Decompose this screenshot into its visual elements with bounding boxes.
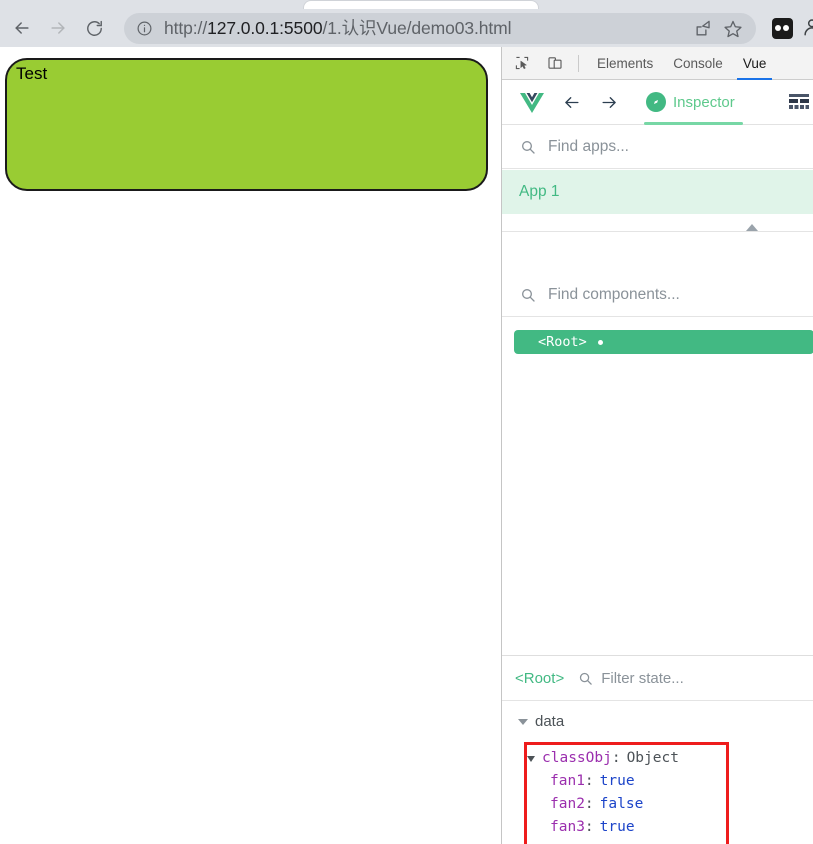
tab-elements[interactable]: Elements <box>587 47 663 80</box>
tab-console[interactable]: Console <box>663 47 733 80</box>
devtools-panel: Elements Console Vue Inspector Find apps… <box>501 47 813 844</box>
state-group-data[interactable]: data <box>518 713 564 730</box>
state-entry-value: false <box>599 796 644 812</box>
vue-forward-icon[interactable] <box>596 89 622 115</box>
vue-inspector-tab[interactable]: Inspector <box>644 80 743 125</box>
state-entry-key: classObj <box>542 750 612 766</box>
green-box-label: Test <box>16 64 48 83</box>
inspect-element-icon[interactable] <box>509 50 535 76</box>
share-icon[interactable] <box>688 15 718 43</box>
state-entry-fan3[interactable]: fan3 : true <box>527 816 679 839</box>
app-collapse-strip <box>502 214 813 232</box>
component-modified-dot-icon <box>597 339 603 345</box>
find-components-row[interactable]: Find components... <box>502 273 813 317</box>
bookmark-star-icon[interactable] <box>718 15 748 43</box>
component-tree-node-root[interactable]: <Root> <box>514 330 813 354</box>
state-entry-colon: : <box>584 819 594 835</box>
styled-green-box: Test <box>5 58 488 191</box>
device-toolbar-icon[interactable] <box>542 50 568 76</box>
triangle-down-icon[interactable] <box>527 755 535 762</box>
find-apps-row[interactable]: Find apps... <box>502 125 813 169</box>
url-path: /1.认识Vue/demo03.html <box>322 18 512 38</box>
tab-vue-label: Vue <box>742 55 767 71</box>
vue-back-icon[interactable] <box>558 89 584 115</box>
state-panel-body: data classObj : Object fan1 : true fan2 … <box>502 701 813 844</box>
tab-elements-label: Elements <box>597 55 654 71</box>
state-group-label: data <box>535 713 565 730</box>
page-viewport: Test <box>0 47 501 844</box>
compass-icon <box>646 92 666 112</box>
state-panel-header: <Root> Filter state... <box>502 655 813 701</box>
chevron-up-icon[interactable] <box>744 219 760 231</box>
component-tree: <Root> <box>502 317 813 655</box>
component-tree-node-label: <Root> <box>538 334 587 350</box>
url-host: 127.0.0.1:5500 <box>207 18 323 38</box>
profile-avatar-icon[interactable] <box>801 16 813 38</box>
state-entry-fan2[interactable]: fan2 : false <box>527 793 679 816</box>
vue-devtools-toolbar: Inspector <box>502 80 813 125</box>
state-entry-key: fan3 <box>550 819 585 835</box>
state-entry-colon: : <box>584 773 594 789</box>
filter-state-placeholder[interactable]: Filter state... <box>601 670 684 687</box>
tab-strip <box>0 0 813 9</box>
screenshot-root: http://127.0.0.1:5500/1.认识Vue/demo03.htm… <box>0 0 813 844</box>
back-icon[interactable] <box>8 14 36 42</box>
app-selector-row[interactable]: App 1 <box>502 170 813 214</box>
triangle-down-icon[interactable] <box>518 718 528 725</box>
vue-logo-icon <box>518 88 546 116</box>
browser-tab[interactable] <box>303 0 539 9</box>
extensions-icon[interactable] <box>769 15 795 41</box>
devtools-tabbar: Elements Console Vue <box>502 47 813 80</box>
url-scheme: http:// <box>164 18 208 38</box>
search-icon <box>516 287 540 303</box>
reload-icon[interactable] <box>80 14 108 42</box>
state-component-label: <Root> <box>515 669 565 687</box>
tab-console-label: Console <box>673 55 723 71</box>
state-entry-classobj[interactable]: classObj : Object <box>527 747 679 770</box>
forward-icon[interactable] <box>44 14 72 42</box>
vue-inspector-label: Inspector <box>673 93 735 111</box>
state-entry-value: true <box>599 819 635 835</box>
search-icon <box>516 139 540 155</box>
state-entry-value: Object <box>626 750 679 766</box>
app-selector-label: App 1 <box>519 183 560 200</box>
find-apps-placeholder: Find apps... <box>548 137 629 155</box>
address-bar[interactable]: http://127.0.0.1:5500/1.认识Vue/demo03.htm… <box>124 13 756 44</box>
state-entry-value: true <box>599 773 635 789</box>
state-entry-key: fan1 <box>550 773 585 789</box>
toolbar-divider <box>578 54 579 72</box>
state-entry-key: fan2 <box>550 796 585 812</box>
find-components-placeholder: Find components... <box>548 285 680 303</box>
state-entry-colon: : <box>584 796 594 812</box>
browser-chrome: http://127.0.0.1:5500/1.认识Vue/demo03.htm… <box>0 0 813 47</box>
url-text[interactable]: http://127.0.0.1:5500/1.认识Vue/demo03.htm… <box>158 13 688 44</box>
state-entry-list: classObj : Object fan1 : true fan2 : fal… <box>527 747 679 839</box>
state-entry-colon: : <box>611 750 621 766</box>
search-icon <box>578 671 593 686</box>
site-info-icon[interactable] <box>130 15 158 43</box>
vue-timeline-icon[interactable] <box>788 93 810 113</box>
tab-vue[interactable]: Vue <box>733 47 777 80</box>
state-entry-fan1[interactable]: fan1 : true <box>527 770 679 793</box>
